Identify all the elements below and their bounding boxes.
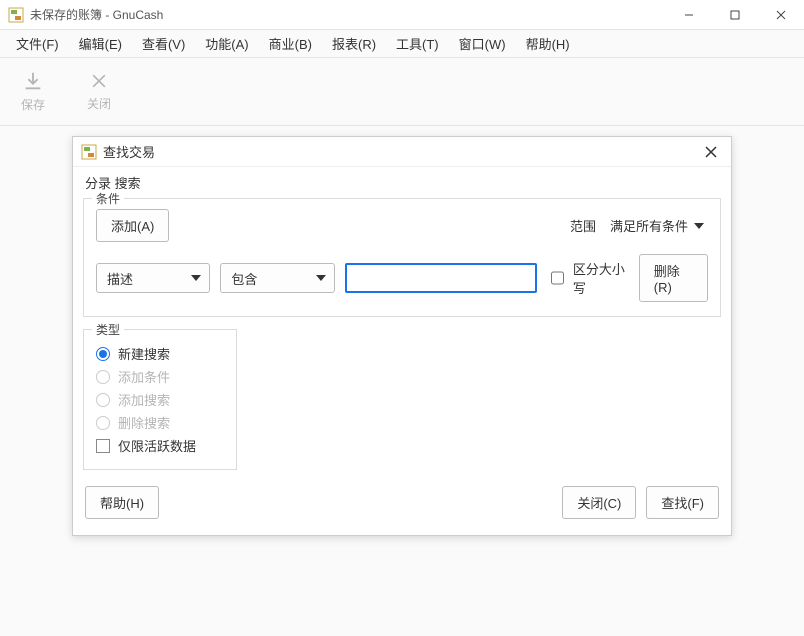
chevron-down-icon [191, 275, 201, 281]
case-sensitive-checkbox[interactable]: 区分大小写 [547, 259, 629, 297]
toolbar: 保存 关闭 [0, 58, 804, 126]
radio-icon [96, 393, 110, 407]
menu-view[interactable]: 查看(V) [132, 30, 195, 57]
case-sensitive-box[interactable] [551, 271, 564, 285]
criteria-fieldset: 条件 添加(A) 范围 满足所有条件 描述 包含 [83, 198, 721, 317]
type-new-search-label: 新建搜索 [118, 344, 170, 363]
radio-checked-icon [96, 347, 110, 361]
find-transaction-dialog: 查找交易 分录 搜索 条件 添加(A) 范围 满足所有条件 [72, 136, 732, 536]
find-button[interactable]: 查找(F) [646, 486, 719, 519]
close-window-button[interactable] [758, 0, 804, 30]
type-delete-search-label: 删除搜索 [118, 413, 170, 432]
type-delete-search: 删除搜索 [96, 413, 224, 432]
type-active-only-label: 仅限活跃数据 [118, 436, 196, 455]
type-fieldset: 类型 新建搜索 添加条件 添加搜索 删除搜索 [83, 329, 237, 470]
search-text-input[interactable] [345, 263, 537, 293]
minimize-button[interactable] [666, 0, 712, 30]
menu-business[interactable]: 商业(B) [259, 30, 322, 57]
scope-combo-value: 满足所有条件 [610, 216, 688, 235]
type-add-search-label: 添加搜索 [118, 390, 170, 409]
type-active-only[interactable]: 仅限活跃数据 [96, 436, 224, 455]
maximize-button[interactable] [712, 0, 758, 30]
match-combo-value: 包含 [231, 269, 257, 288]
toolbar-save: 保存 [10, 70, 56, 113]
radio-icon [96, 416, 110, 430]
type-add-search: 添加搜索 [96, 390, 224, 409]
menu-windows[interactable]: 窗口(W) [449, 30, 516, 57]
radio-icon [96, 370, 110, 384]
split-search-label: 分录 搜索 [85, 173, 721, 192]
type-new-search[interactable]: 新建搜索 [96, 344, 224, 363]
criteria-legend: 条件 [92, 190, 124, 207]
menu-help[interactable]: 帮助(H) [516, 30, 580, 57]
menu-actions[interactable]: 功能(A) [195, 30, 258, 57]
chevron-down-icon [694, 223, 704, 229]
menu-tools[interactable]: 工具(T) [386, 30, 449, 57]
menu-reports[interactable]: 报表(R) [322, 30, 386, 57]
type-legend: 类型 [92, 321, 124, 338]
chevron-down-icon [316, 275, 326, 281]
dialog-footer: 帮助(H) 关闭(C) 查找(F) [83, 486, 721, 523]
type-add-criteria: 添加条件 [96, 367, 224, 386]
menubar: 文件(F) 编辑(E) 查看(V) 功能(A) 商业(B) 报表(R) 工具(T… [0, 30, 804, 58]
dialog-close-button[interactable] [699, 140, 723, 164]
type-add-criteria-label: 添加条件 [118, 367, 170, 386]
titlebar: 未保存的账簿 - GnuCash [0, 0, 804, 30]
toolbar-close: 关闭 [76, 71, 122, 112]
field-combo-value: 描述 [107, 269, 133, 288]
toolbar-close-label: 关闭 [87, 95, 111, 112]
close-icon [89, 71, 109, 91]
case-sensitive-label: 区分大小写 [573, 259, 629, 297]
scope-combo[interactable]: 满足所有条件 [606, 216, 708, 235]
menu-file[interactable]: 文件(F) [6, 30, 69, 57]
field-combo[interactable]: 描述 [96, 263, 210, 293]
match-combo[interactable]: 包含 [220, 263, 334, 293]
window-title: 未保存的账簿 - GnuCash [30, 6, 666, 23]
close-button[interactable]: 关闭(C) [562, 486, 636, 519]
workspace: 查找交易 分录 搜索 条件 添加(A) 范围 满足所有条件 [0, 126, 804, 636]
menu-edit[interactable]: 编辑(E) [69, 30, 132, 57]
add-criteria-button[interactable]: 添加(A) [96, 209, 169, 242]
app-icon [8, 7, 24, 23]
dialog-title: 查找交易 [103, 142, 699, 161]
save-icon [22, 70, 44, 92]
scope-label: 范围 [570, 216, 596, 235]
dialog-icon [81, 144, 97, 160]
checkbox-icon [96, 439, 110, 453]
dialog-titlebar: 查找交易 [73, 137, 731, 167]
toolbar-save-label: 保存 [21, 96, 45, 113]
remove-criteria-button[interactable]: 删除(R) [639, 254, 708, 302]
help-button[interactable]: 帮助(H) [85, 486, 159, 519]
